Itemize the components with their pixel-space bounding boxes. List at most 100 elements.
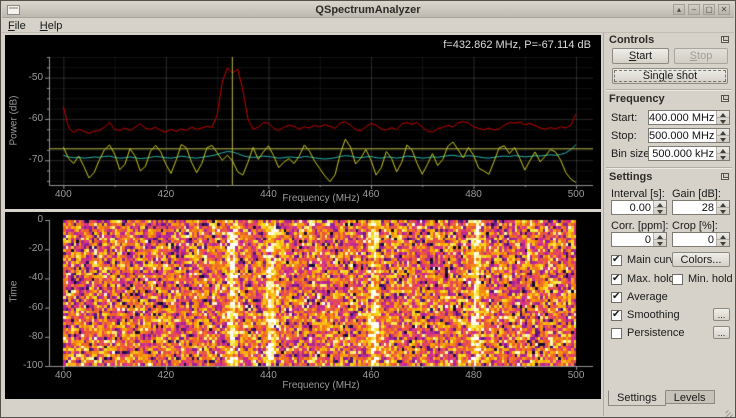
- max-hold-checkbox[interactable]: [611, 274, 622, 285]
- tick-label: 460: [356, 189, 386, 200]
- tab-settings[interactable]: Settings: [608, 390, 666, 406]
- spin-down-button[interactable]: [717, 117, 729, 124]
- waterfall-frequency-axis-label: Frequency (MHz): [49, 380, 593, 391]
- close-icon: ✕: [721, 5, 728, 14]
- tick-label: 500: [561, 370, 591, 381]
- gain-label: Gain [dB]:: [672, 188, 721, 200]
- tick-label: -70: [11, 154, 43, 165]
- waterfall-canvas[interactable]: [5, 212, 601, 399]
- window-title: QSpectrumAnalyzer: [2, 4, 734, 16]
- dock-tabbar: Settings Levels: [608, 390, 715, 406]
- single-shot-button[interactable]: Single shot: [612, 68, 728, 84]
- tick-label: 480: [459, 189, 489, 200]
- stop-button[interactable]: Stop: [674, 48, 728, 64]
- min-hold-checkbox[interactable]: [672, 274, 683, 285]
- crop-input[interactable]: [673, 233, 716, 246]
- smoothing-label: Smoothing: [627, 309, 680, 321]
- tick-label: -60: [11, 302, 43, 313]
- corr-input[interactable]: [612, 233, 653, 246]
- interval-label: Interval [s]:: [611, 188, 665, 200]
- average-checkbox-row[interactable]: Average: [611, 291, 668, 303]
- shade-icon: ▴: [677, 5, 681, 14]
- maximize-icon: ▢: [705, 5, 713, 14]
- crop-label: Crop [%]:: [672, 220, 718, 232]
- waterfall-plot: Time Frequency (MHz) 4004204404604805000…: [5, 212, 601, 399]
- gain-input[interactable]: [673, 201, 716, 214]
- smoothing-checkbox-row[interactable]: Smoothing: [611, 309, 680, 321]
- tick-label: 480: [459, 370, 489, 381]
- spectrum-canvas[interactable]: [5, 35, 601, 209]
- max-hold-label: Max. hold: [627, 273, 675, 285]
- freq-stop-input[interactable]: [649, 129, 716, 142]
- spin-down-button[interactable]: [654, 207, 666, 214]
- gain-spinbox: [672, 200, 730, 215]
- menu-item-file[interactable]: File: [8, 20, 26, 32]
- app-window: QSpectrumAnalyzer ▴ – ▢ ✕ File Help f=43…: [0, 0, 736, 418]
- bin-size-spinbox: [648, 146, 730, 161]
- main-curve-checkbox-row[interactable]: Main curve: [611, 254, 681, 266]
- persistence-label: Persistence: [627, 327, 684, 339]
- controls-dock-header: Controls: [604, 33, 734, 47]
- persistence-checkbox-row[interactable]: Persistence: [611, 327, 684, 339]
- frequency-axis-label: Frequency (MHz): [49, 193, 593, 204]
- persistence-options-button[interactable]: ...: [713, 326, 730, 339]
- freq-stop-label: Stop:: [611, 130, 637, 142]
- max-hold-checkbox-row[interactable]: Max. hold: [611, 273, 675, 285]
- freq-start-input[interactable]: [649, 111, 716, 124]
- tick-label: -60: [11, 113, 43, 124]
- smoothing-options-button[interactable]: ...: [713, 308, 730, 321]
- tick-label: 400: [48, 370, 78, 381]
- tick-label: 420: [151, 370, 181, 381]
- spin-down-button[interactable]: [654, 239, 666, 246]
- spectrum-plot: f=432.862 MHz, P=-67.114 dB Power (dB) F…: [5, 35, 601, 209]
- tick-label: 460: [356, 370, 386, 381]
- min-hold-checkbox-row[interactable]: Min. hold: [672, 273, 733, 285]
- main-curve-checkbox[interactable]: [611, 255, 622, 266]
- resize-grip[interactable]: [722, 404, 733, 415]
- spin-down-button[interactable]: [717, 135, 729, 142]
- freq-start-label: Start:: [611, 112, 637, 124]
- interval-input[interactable]: [612, 201, 653, 214]
- float-icon[interactable]: [721, 173, 729, 180]
- minimize-icon: –: [692, 5, 696, 14]
- interval-spinbox: [611, 200, 667, 215]
- minimize-button[interactable]: –: [688, 4, 700, 15]
- corr-spinbox: [611, 232, 667, 247]
- close-button[interactable]: ✕: [718, 4, 730, 15]
- shade-button[interactable]: ▴: [673, 4, 685, 15]
- crop-spinbox: [672, 232, 730, 247]
- tab-levels[interactable]: Levels: [666, 390, 715, 404]
- average-checkbox[interactable]: [611, 292, 622, 303]
- tick-label: -20: [11, 243, 43, 254]
- tick-label: 0: [11, 214, 43, 225]
- titlebar[interactable]: QSpectrumAnalyzer ▴ – ▢ ✕: [2, 2, 734, 18]
- tick-label: 400: [48, 189, 78, 200]
- min-hold-label: Min. hold: [688, 273, 733, 285]
- corr-label: Corr. [ppm]:: [611, 220, 668, 232]
- tick-label: 440: [253, 189, 283, 200]
- settings-dock-header: Settings: [604, 170, 734, 184]
- maximize-button[interactable]: ▢: [703, 4, 715, 15]
- colors-button[interactable]: Colors...: [672, 252, 730, 267]
- persistence-checkbox[interactable]: [611, 328, 622, 339]
- separator: [606, 89, 732, 91]
- menu-item-help[interactable]: Help: [40, 20, 63, 32]
- average-label: Average: [627, 291, 668, 303]
- frequency-dock-header: Frequency: [604, 92, 734, 106]
- float-icon[interactable]: [721, 36, 729, 43]
- start-button[interactable]: Start: [612, 48, 669, 64]
- spin-down-button[interactable]: [717, 239, 729, 246]
- tick-label: -50: [11, 72, 43, 83]
- tick-label: 500: [561, 189, 591, 200]
- tick-label: 440: [253, 370, 283, 381]
- spin-down-button[interactable]: [717, 153, 729, 160]
- bin-size-input[interactable]: [649, 147, 716, 160]
- tick-label: -80: [11, 331, 43, 342]
- freq-stop-spinbox: [648, 128, 730, 143]
- menubar: File Help: [2, 19, 734, 33]
- spin-down-button[interactable]: [717, 207, 729, 214]
- float-icon[interactable]: [721, 95, 729, 102]
- smoothing-checkbox[interactable]: [611, 310, 622, 321]
- tick-label: -100: [11, 360, 43, 371]
- bin-size-label: Bin size:: [611, 148, 653, 160]
